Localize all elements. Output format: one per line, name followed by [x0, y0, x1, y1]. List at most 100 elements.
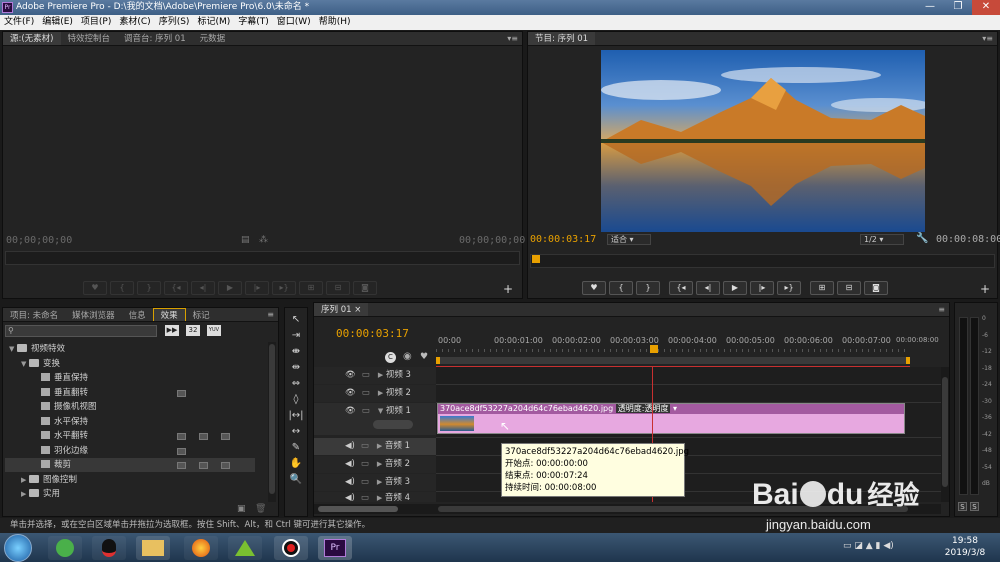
- panel-menu-icon[interactable]: ≡: [938, 303, 945, 316]
- tab-source[interactable]: 源:(无素材): [3, 32, 61, 45]
- premiere-taskbar-icon[interactable]: Pr: [318, 536, 352, 560]
- playhead-icon[interactable]: [650, 345, 658, 353]
- source-export-frame-button[interactable]: ◙: [353, 281, 377, 295]
- menu-help[interactable]: 帮助(H): [315, 15, 355, 30]
- expand-toggle-icon[interactable]: ▼: [21, 357, 29, 371]
- menu-title[interactable]: 字幕(T): [234, 15, 273, 30]
- playhead-icon[interactable]: [532, 255, 540, 263]
- edit-point-icon[interactable]: ◉: [403, 351, 412, 362]
- expand-toggle-icon[interactable]: ▼: [9, 342, 17, 356]
- tab-project[interactable]: 项目: 未命名: [3, 309, 65, 321]
- menu-marker[interactable]: 标记(M): [193, 15, 234, 30]
- panel-menu-icon[interactable]: ▾≡: [507, 32, 518, 45]
- safe-margins-icon[interactable]: ▤: [241, 235, 250, 245]
- recorder-icon[interactable]: [274, 536, 308, 560]
- effects-folder[interactable]: ▼ 变换: [5, 357, 255, 371]
- zoom-tool-icon[interactable]: 🔍: [287, 473, 305, 487]
- panel-menu-icon[interactable]: ≡: [267, 308, 274, 321]
- program-play-button[interactable]: ▶: [723, 281, 747, 295]
- tab-media-browser[interactable]: 媒体浏览器: [65, 309, 122, 321]
- sequence-timecode[interactable]: 00:00:03:17: [336, 327, 409, 340]
- program-mark-out-button[interactable]: }: [636, 281, 660, 295]
- effect-item[interactable]: 羽化边缘: [5, 444, 255, 458]
- solo-right-button[interactable]: S: [970, 502, 979, 511]
- add-marker-icon[interactable]: ♥: [420, 352, 428, 362]
- tab-audio-mixer[interactable]: 调音台: 序列 01: [117, 32, 193, 45]
- source-insert-button[interactable]: ⊞: [299, 281, 323, 295]
- solo-left-button[interactable]: S: [958, 502, 967, 511]
- video-app-icon[interactable]: [228, 536, 262, 560]
- source-mark-in-button[interactable]: {: [110, 281, 134, 295]
- track-select-tool-icon[interactable]: ⇥: [287, 329, 305, 343]
- clip-property-dropdown[interactable]: 透明度:透明度: [615, 404, 671, 413]
- effects-folder[interactable]: ▼ 视频特效: [5, 342, 255, 356]
- program-marker-button[interactable]: ♥: [582, 281, 606, 295]
- explorer-icon[interactable]: [136, 536, 170, 560]
- menu-sequence[interactable]: 序列(S): [155, 15, 194, 30]
- effect-item[interactable]: 水平保持: [5, 415, 255, 429]
- slide-tool-icon[interactable]: ↔: [287, 425, 305, 439]
- track-audio-1[interactable]: ◀) ▭ ▶ 音频 1: [314, 438, 436, 455]
- app-360-icon[interactable]: [48, 536, 82, 560]
- track-audio-4[interactable]: ◀) ▭ ▶ 音频 4: [314, 492, 436, 502]
- expand-toggle-icon[interactable]: ▶: [21, 473, 29, 487]
- timeline-hscroll[interactable]: [314, 504, 941, 514]
- lift-button[interactable]: ⊞: [810, 281, 834, 295]
- source-play-button[interactable]: ▶: [218, 281, 242, 295]
- ripple-edit-tool-icon[interactable]: ⇼: [287, 345, 305, 359]
- timeline-ruler[interactable]: 00:00 00:00:01:00 00:00:02:00 00:00:03:0…: [436, 333, 939, 367]
- effects-folder[interactable]: ▶ 图像控制: [5, 473, 255, 487]
- export-frame-button[interactable]: ◙: [864, 281, 888, 295]
- firefox-icon[interactable]: [184, 536, 218, 560]
- tab-effects[interactable]: 效果: [152, 308, 186, 321]
- source-overwrite-button[interactable]: ⊟: [326, 281, 350, 295]
- program-goto-out-button[interactable]: ▸}: [777, 281, 801, 295]
- delete-icon[interactable]: 🗑: [255, 504, 266, 514]
- trim-icon[interactable]: ⁂: [259, 235, 268, 245]
- menu-clip[interactable]: 素材(C): [115, 15, 154, 30]
- selection-tool-icon[interactable]: ↖: [287, 313, 305, 327]
- close-icon[interactable]: ✕: [972, 0, 1000, 15]
- minimize-icon[interactable]: —: [916, 0, 944, 15]
- slip-tool-icon[interactable]: |↔|: [287, 409, 305, 423]
- track-video-1[interactable]: 👁 ▭ ▼ 视频 1: [314, 403, 436, 435]
- source-marker-button[interactable]: ♥: [83, 281, 107, 295]
- program-mark-in-button[interactable]: {: [609, 281, 633, 295]
- timeline-vscroll[interactable]: [941, 367, 949, 502]
- tab-program[interactable]: 节目: 序列 01: [528, 32, 596, 45]
- track-audio-3[interactable]: ◀) ▭ ▶ 音频 3: [314, 474, 436, 491]
- rolling-edit-tool-icon[interactable]: ⇹: [287, 361, 305, 375]
- tab-sequence[interactable]: 序列 01 ×: [314, 303, 369, 316]
- menu-project[interactable]: 项目(P): [77, 15, 115, 30]
- source-goto-in-button[interactable]: {◂: [164, 281, 188, 295]
- program-goto-in-button[interactable]: {◂: [669, 281, 693, 295]
- program-add-button-icon[interactable]: +: [980, 282, 990, 296]
- track-video-3[interactable]: 👁 ▭ ▶ 视频 3: [314, 367, 436, 384]
- menu-edit[interactable]: 编辑(E): [38, 15, 77, 30]
- effect-item[interactable]: 水平翻转: [5, 429, 255, 443]
- clock[interactable]: 19:58 2019/3/8: [940, 535, 990, 559]
- menu-window[interactable]: 窗口(W): [273, 15, 315, 30]
- snap-icon[interactable]: C: [385, 352, 396, 363]
- accelerated-effects-icon[interactable]: ▶▶: [165, 325, 179, 336]
- effects-folder[interactable]: ▶ 实用: [5, 487, 255, 501]
- program-step-back-button[interactable]: ◂|: [696, 281, 720, 295]
- tab-info[interactable]: 信息: [122, 309, 153, 321]
- extract-button[interactable]: ⊟: [837, 281, 861, 295]
- fit-dropdown[interactable]: 适合 ▾: [607, 234, 651, 245]
- effects-search-input[interactable]: ⚲: [5, 325, 157, 337]
- tab-metadata[interactable]: 元数据: [193, 32, 233, 45]
- 32bit-effects-icon[interactable]: 32: [186, 325, 200, 336]
- program-step-forward-button[interactable]: |▸: [750, 281, 774, 295]
- effect-item[interactable]: 摄像机视图: [5, 400, 255, 414]
- source-add-button-icon[interactable]: +: [503, 282, 513, 296]
- track-video-2[interactable]: 👁 ▭ ▶ 视频 2: [314, 385, 436, 402]
- source-scrubber[interactable]: [5, 251, 520, 265]
- new-bin-icon[interactable]: ▣: [237, 504, 246, 514]
- tab-markers[interactable]: 标记: [186, 309, 217, 321]
- track-audio-2[interactable]: ◀) ▭ ▶ 音频 2: [314, 456, 436, 473]
- yuv-effects-icon[interactable]: YUV: [207, 325, 221, 336]
- work-area-bar[interactable]: [436, 357, 910, 364]
- start-button[interactable]: [4, 534, 32, 562]
- maximize-icon[interactable]: ❐: [944, 0, 972, 15]
